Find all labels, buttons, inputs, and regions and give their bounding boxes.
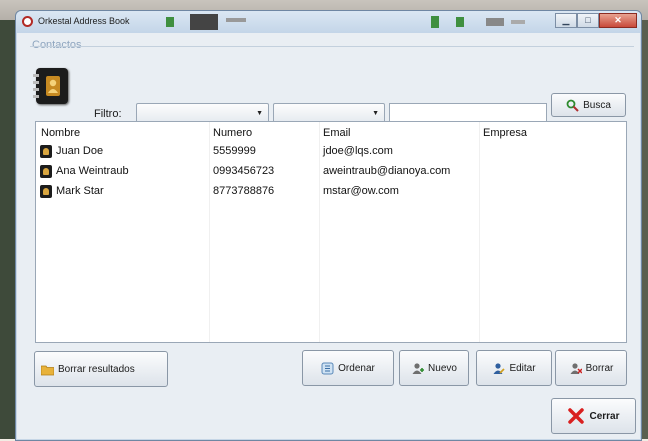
- close-icon: [568, 408, 585, 424]
- close-button[interactable]: Cerrar: [551, 398, 636, 434]
- titlebar-decoration: [166, 14, 439, 30]
- filter-label: Filtro:: [94, 108, 122, 120]
- contact-icon: [40, 165, 52, 178]
- group-divider: [30, 46, 634, 48]
- search-button[interactable]: Busca: [551, 93, 626, 117]
- column-header-email[interactable]: Email: [323, 127, 351, 139]
- address-book-window: Orkestal Address Book ▁ □ ✕ Contactos Fi…: [15, 10, 642, 441]
- maximize-button[interactable]: □: [577, 13, 599, 28]
- cell-email: jdoe@lqs.com: [323, 145, 393, 157]
- group-title: Contactos: [32, 39, 82, 51]
- cell-numero: 5559999: [213, 145, 256, 157]
- column-header-nombre[interactable]: Nombre: [41, 127, 80, 139]
- clear-results-button[interactable]: Borrar resultados: [34, 351, 168, 387]
- background-left: [0, 20, 16, 439]
- chevron-down-icon: ▼: [256, 110, 263, 117]
- cell-numero: 0993456723: [213, 165, 275, 177]
- address-book-icon: [33, 68, 68, 104]
- search-icon: [566, 99, 579, 112]
- window-close-button[interactable]: ✕: [599, 13, 637, 28]
- delete-user-icon: [570, 362, 582, 374]
- clear-results-label: Borrar resultados: [58, 363, 135, 375]
- new-button[interactable]: Nuevo: [399, 350, 469, 386]
- edit-button[interactable]: Editar: [476, 350, 552, 386]
- folder-icon: [41, 365, 54, 375]
- cell-numero: 8773788876: [213, 185, 275, 197]
- delete-button[interactable]: Borrar: [555, 350, 627, 386]
- edit-user-icon: [493, 362, 506, 374]
- close-button-label: Cerrar: [589, 410, 620, 422]
- cell-nombre: Mark Star: [56, 185, 104, 197]
- add-user-icon: [412, 362, 425, 374]
- title-bar[interactable]: Orkestal Address Book ▁ □ ✕: [16, 11, 641, 33]
- column-header-empresa[interactable]: Empresa: [483, 127, 527, 139]
- delete-button-label: Borrar: [585, 362, 614, 374]
- contact-icon: [40, 145, 52, 158]
- cell-nombre: Ana Weintraub: [56, 165, 129, 177]
- minimize-button[interactable]: ▁: [555, 13, 577, 28]
- cell-email: mstar@ow.com: [323, 185, 399, 197]
- window-title: Orkestal Address Book: [38, 16, 130, 26]
- contacts-list[interactable]: Nombre Numero Email Empresa Juan Doe 555…: [35, 121, 627, 343]
- new-button-label: Nuevo: [428, 362, 457, 374]
- table-row[interactable]: Ana Weintraub 0993456723 aweintraub@dian…: [36, 162, 626, 182]
- app-icon: [22, 16, 33, 27]
- titlebar-decoration-right: [456, 17, 525, 27]
- contact-icon: [40, 185, 52, 198]
- column-header-numero[interactable]: Numero: [213, 127, 252, 139]
- chevron-down-icon: ▼: [372, 110, 379, 117]
- sort-button-label: Ordenar: [338, 362, 375, 374]
- table-row[interactable]: Juan Doe 5559999 jdoe@lqs.com: [36, 142, 626, 162]
- table-row[interactable]: Mark Star 8773788876 mstar@ow.com: [36, 182, 626, 202]
- search-button-label: Busca: [583, 99, 611, 111]
- edit-button-label: Editar: [509, 362, 536, 374]
- sort-button[interactable]: Ordenar: [302, 350, 394, 386]
- cell-email: aweintraub@dianoya.com: [323, 165, 451, 177]
- cell-nombre: Juan Doe: [56, 145, 104, 157]
- sort-icon: [321, 362, 334, 374]
